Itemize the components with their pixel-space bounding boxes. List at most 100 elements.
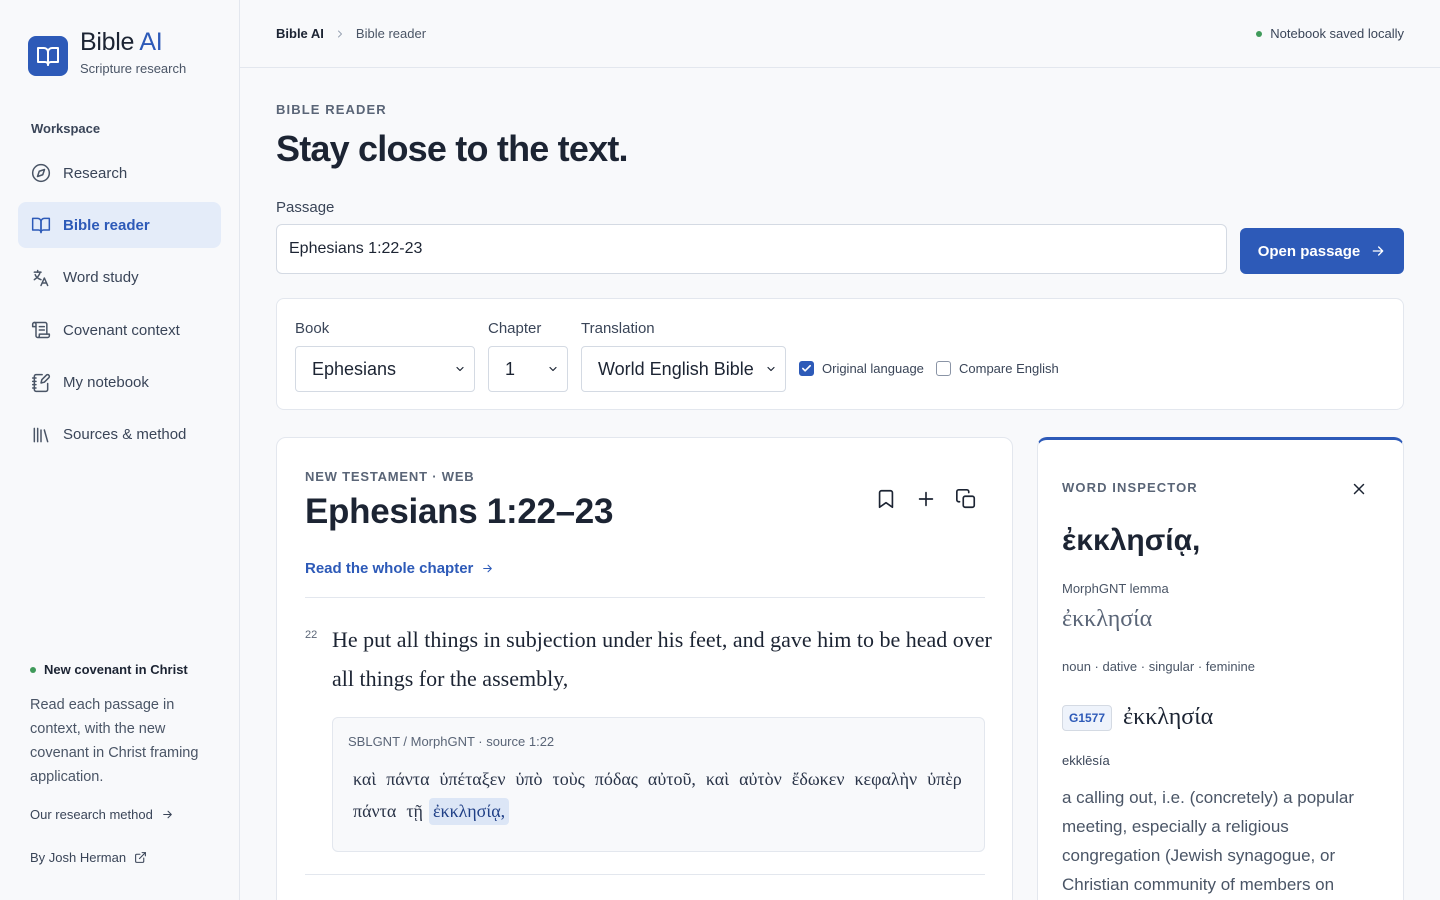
- passage-label: Passage: [276, 199, 335, 216]
- greek-word[interactable]: καὶ: [702, 766, 733, 793]
- plus-icon[interactable]: [915, 488, 937, 510]
- greek-word[interactable]: κεφαλὴν: [850, 766, 921, 793]
- strongs-entry: G1577 ἐκκλησία: [1062, 704, 1213, 731]
- greek-word[interactable]: αὐτὸν: [735, 766, 786, 793]
- page-eyebrow: BIBLE READER: [276, 102, 387, 117]
- author-link[interactable]: By Josh Herman: [30, 850, 220, 865]
- greek-word[interactable]: αὐτοῦ,: [644, 766, 700, 793]
- passage-actions: [875, 488, 995, 510]
- sidebar-item-bible-reader[interactable]: Bible reader: [18, 202, 221, 249]
- inspected-word: ἐκκλησίᾳ,: [1062, 524, 1201, 557]
- greek-word[interactable]: ἔδωκεν: [788, 766, 849, 793]
- passage-card: NEW TESTAMENT · WEB Ephesians 1:22–23 Re…: [276, 437, 1013, 900]
- breadcrumb: Bible AI Bible reader: [276, 26, 426, 41]
- bookmark-icon[interactable]: [875, 488, 897, 510]
- external-link-icon: [134, 851, 147, 864]
- greek-word[interactable]: πάντα: [349, 798, 400, 825]
- brand[interactable]: Bible AI Scripture research: [28, 28, 187, 76]
- breadcrumb-current: Bible reader: [355, 26, 427, 41]
- divider: [305, 874, 985, 875]
- greek-word[interactable]: τῇ: [402, 798, 427, 825]
- strongs-number-badge[interactable]: G1577: [1062, 704, 1113, 731]
- brand-name: Bible AI: [80, 28, 163, 56]
- chevron-down-icon: [547, 363, 559, 375]
- brand-tagline: Scripture research: [80, 61, 187, 76]
- translate-icon: [31, 268, 51, 288]
- transliteration: ekklēsía: [1062, 753, 1110, 768]
- sidebar-item-label: My notebook: [63, 374, 149, 392]
- strongs-word: ἐκκλησία: [1123, 704, 1214, 730]
- workspace-label: Workspace: [31, 121, 101, 136]
- covenant-description: Read each passage in context, with the n…: [30, 697, 199, 785]
- word-inspector: WORD INSPECTOR ἐκκλησίᾳ, MorphGNT lemma …: [1037, 437, 1404, 900]
- chapter-label: Chapter: [488, 320, 542, 337]
- greek-word-list: καὶ πάντα ὑπέταξεν ὑπὸ τοὺς πόδας αὐτοῦ, καὶ αὐτ…: [349, 766, 969, 830]
- sidebar-footer: New covenant in Christ Read each passage…: [30, 662, 220, 865]
- greek-word[interactable]: καὶ: [349, 766, 380, 793]
- chevron-down-icon: [454, 363, 466, 375]
- verse-text: He put all things in subjection under hi…: [332, 627, 992, 691]
- status-dot: [30, 666, 36, 673]
- original-language-checkbox[interactable]: Original language: [799, 361, 924, 376]
- greek-word[interactable]: πόδας: [591, 766, 642, 793]
- greek-word[interactable]: ὑπέταξεν: [436, 766, 510, 793]
- close-icon[interactable]: [1350, 480, 1368, 498]
- verse-number: 22: [305, 629, 318, 641]
- inspector-eyebrow: WORD INSPECTOR: [1062, 480, 1198, 495]
- research-method-link[interactable]: Our research method: [30, 807, 220, 822]
- book-select[interactable]: Ephesians: [295, 346, 475, 392]
- compare-english-checkbox[interactable]: Compare English: [936, 361, 1059, 376]
- checkbox-unchecked[interactable]: [936, 361, 951, 376]
- passage-input[interactable]: [276, 224, 1227, 274]
- arrow-right-icon: [1370, 243, 1386, 259]
- sidebar-item-my-notebook[interactable]: My notebook: [18, 360, 221, 406]
- copy-icon[interactable]: [955, 488, 977, 510]
- breadcrumb-home[interactable]: Bible AI: [276, 26, 324, 41]
- greek-word[interactable]: ὑπὸ: [511, 766, 546, 793]
- sidebar-item-label: Covenant context: [63, 321, 180, 339]
- top-bar: Bible AI Bible reader Notebook saved loc…: [240, 0, 1440, 68]
- open-passage-button[interactable]: Open passage: [1240, 228, 1404, 274]
- chapter-select[interactable]: 1: [488, 346, 568, 392]
- sidebar-item-label: Sources & method: [63, 426, 187, 444]
- covenant-title: New covenant in Christ: [30, 662, 220, 677]
- greek-word[interactable]: πάντα: [382, 766, 433, 793]
- testament-eyebrow: NEW TESTAMENT · WEB: [305, 469, 475, 484]
- greek-word[interactable]: τοὺς: [548, 766, 588, 793]
- chevron-right-icon: [334, 28, 346, 40]
- sidebar-item-label: Research: [63, 164, 128, 182]
- book-open-icon: [28, 36, 68, 76]
- arrow-right-icon: [481, 562, 494, 575]
- original-source-label: SBLGNT / MorphGNT · source 1:22: [348, 734, 555, 749]
- sidebar-item-word-study[interactable]: Word study: [18, 255, 221, 301]
- passage-title: Ephesians 1:22–23: [305, 492, 614, 531]
- sidebar-item-sources-method[interactable]: Sources & method: [18, 412, 221, 458]
- notebook-pen-icon: [31, 373, 51, 393]
- checkbox-checked[interactable]: [799, 361, 814, 376]
- sidebar-nav: Research Bible reader Word study Covenan…: [18, 150, 221, 464]
- translation-select[interactable]: World English Bible: [581, 346, 786, 392]
- parsing: noun · dative · singular · feminine: [1062, 659, 1255, 674]
- sidebar-item-label: Bible reader: [63, 216, 150, 234]
- passage-filters: Book Ephesians Chapter 1 Translation Wor…: [276, 298, 1404, 410]
- sidebar: Bible AI Scripture research Workspace Re…: [0, 0, 240, 900]
- definition: a calling out, i.e. (concretely) a popul…: [1062, 788, 1354, 894]
- greek-word-selected[interactable]: ἐκκλησίᾳ,: [428, 798, 510, 825]
- lemma: ἐκκλησία: [1062, 606, 1153, 632]
- read-chapter-link[interactable]: Read the whole chapter: [305, 560, 494, 577]
- chevron-down-icon: [765, 363, 777, 375]
- sidebar-item-research[interactable]: Research: [18, 150, 221, 196]
- greek-word[interactable]: ὑπὲρ: [923, 766, 966, 793]
- scroll-icon: [31, 320, 51, 340]
- arrow-right-icon: [161, 808, 174, 821]
- book-label: Book: [295, 320, 330, 337]
- sidebar-item-covenant-context[interactable]: Covenant context: [18, 307, 221, 353]
- library-icon: [31, 425, 51, 445]
- compass-icon: [31, 163, 51, 183]
- translation-label: Translation: [581, 320, 655, 337]
- book-open-icon: [31, 215, 51, 235]
- original-language-panel: SBLGNT / MorphGNT · source 1:22 καὶ πάντα…: [332, 717, 985, 852]
- page-title: Stay close to the text.: [276, 128, 629, 169]
- divider: [305, 597, 985, 598]
- lemma-label: MorphGNT lemma: [1062, 581, 1169, 596]
